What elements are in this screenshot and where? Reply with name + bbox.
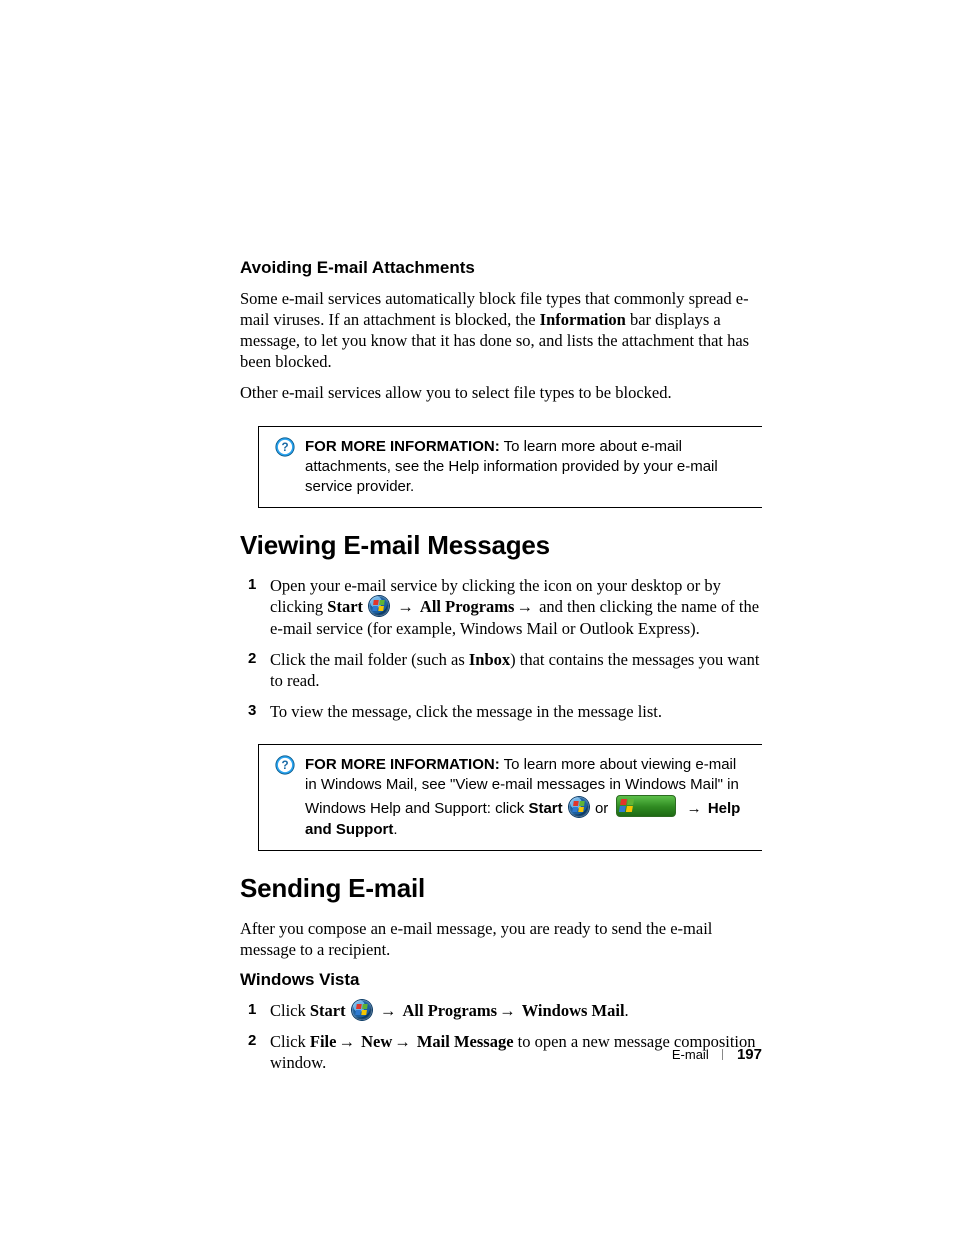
svg-text:?: ? [281, 441, 288, 454]
footer-page-number: 197 [737, 1046, 762, 1063]
footer-chapter: E-mail [672, 1047, 709, 1062]
heading-sending-email: Sending E-mail [240, 873, 762, 904]
term-start: Start [327, 597, 363, 616]
footer-separator [722, 1049, 723, 1060]
arrow-icon: → [393, 597, 418, 616]
text: Click [270, 1032, 310, 1051]
step-2: Click the mail folder (such as Inbox) th… [240, 649, 762, 691]
note-label: FOR MORE INFORMATION: [305, 756, 500, 773]
step-3: To view the message, click the message i… [240, 701, 762, 722]
text: . [625, 1001, 629, 1020]
steps-viewing: Open your e-mail service by clicking the… [240, 575, 762, 722]
term-all-programs: All Programs [420, 597, 515, 616]
start-orb-icon [352, 1000, 372, 1020]
arrow-icon: → [682, 800, 705, 817]
term-inbox: Inbox [469, 650, 510, 669]
term-all-programs: All Programs [403, 1001, 498, 1020]
arrow-icon: → [338, 1032, 359, 1051]
term-windows-mail: Windows Mail [522, 1001, 625, 1020]
text: Click [270, 1001, 310, 1020]
arrow-icon: → [394, 1032, 415, 1051]
text: . [393, 821, 397, 838]
heading-viewing-messages: Viewing E-mail Messages [240, 530, 762, 561]
step-1: Open your e-mail service by clicking the… [240, 575, 762, 638]
term-mail-message: Mail Message [417, 1032, 514, 1051]
text-or: or [591, 800, 613, 817]
start-orb-icon [569, 797, 589, 817]
term-information: Information [540, 310, 626, 329]
document-page: Avoiding E-mail Attachments Some e-mail … [0, 0, 954, 1235]
start-orb-icon [369, 596, 389, 616]
text: Click the mail folder (such as [270, 650, 469, 669]
question-icon: ? [275, 437, 295, 457]
arrow-icon: → [516, 597, 537, 616]
para-sending-intro: After you compose an e-mail message, you… [240, 918, 762, 960]
heading-avoiding-attachments: Avoiding E-mail Attachments [240, 258, 762, 278]
info-note-1: ? FOR MORE INFORMATION: To learn more ab… [258, 426, 762, 509]
term-new: New [361, 1032, 392, 1051]
info-note-2: ? FOR MORE INFORMATION: To learn more ab… [258, 744, 762, 851]
page-footer: E-mail 197 [672, 1046, 762, 1063]
question-icon: ? [275, 755, 295, 775]
arrow-icon: → [376, 1001, 401, 1020]
svg-text:?: ? [281, 759, 288, 772]
xp-start-button-icon [616, 795, 676, 817]
arrow-icon: → [499, 1001, 520, 1020]
para-attachments-2: Other e-mail services allow you to selec… [240, 382, 762, 403]
term-start: Start [310, 1001, 346, 1020]
step-1: Click Start → All Programs→ Windows Mail… [240, 1000, 762, 1021]
term-file: File [310, 1032, 337, 1051]
note-label: FOR MORE INFORMATION: [305, 438, 500, 455]
heading-windows-vista: Windows Vista [240, 970, 762, 990]
term-start: Start [528, 800, 562, 817]
para-attachments-1: Some e-mail services automatically block… [240, 288, 762, 372]
